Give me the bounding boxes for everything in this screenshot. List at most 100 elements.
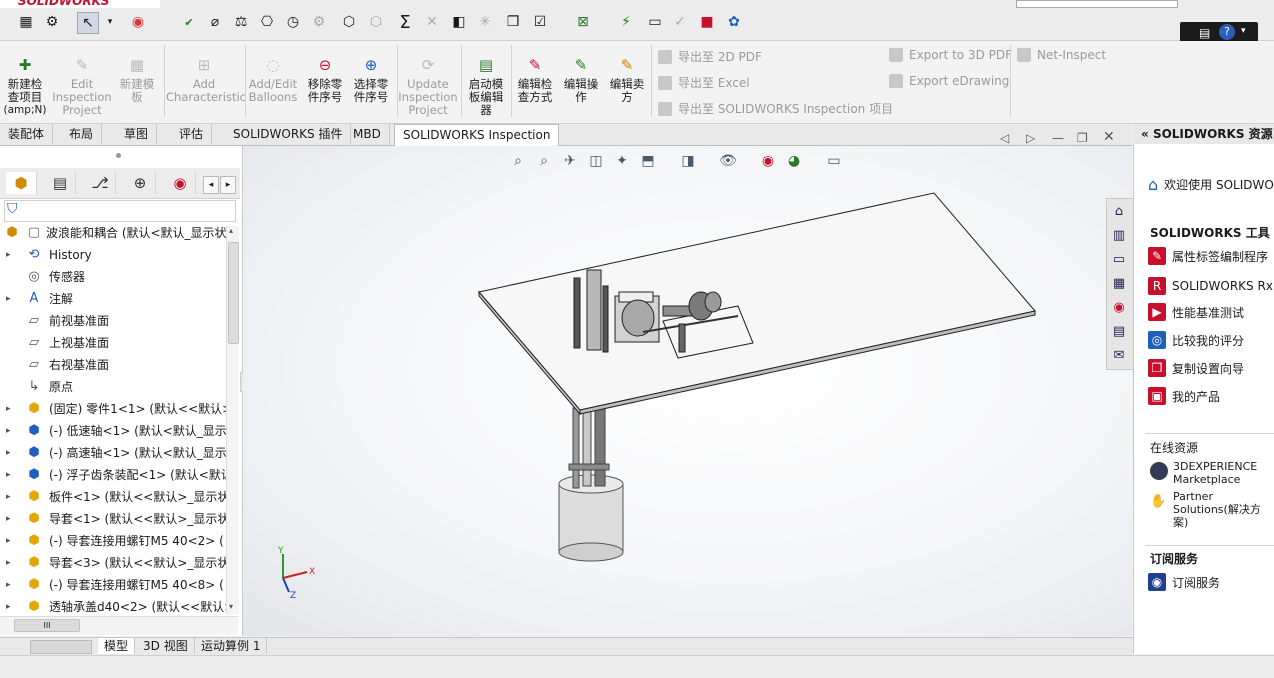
excel-icon[interactable]: ⊠: [573, 12, 593, 32]
sum-icon[interactable]: Σ: [395, 12, 415, 33]
check-sheet-icon[interactable]: ☑: [530, 12, 550, 32]
snap-icon[interactable]: ✳: [475, 12, 495, 32]
tab-assembly[interactable]: 装配体: [0, 124, 54, 144]
expand-arrow-icon[interactable]: ▸: [6, 288, 11, 310]
net-inspect-button[interactable]: Net-Inspect: [1017, 48, 1106, 62]
tree-item[interactable]: ▸ ⬢ (-) 低速轴<1> (默认<默认_显示: [0, 420, 226, 442]
tree-item[interactable]: ◎ 传感器: [0, 266, 226, 288]
panel-grip[interactable]: [116, 153, 121, 158]
design-library-icon[interactable]: ▥: [1110, 226, 1128, 244]
filter-icon[interactable]: ⛉: [7, 201, 18, 217]
select-balloon-button[interactable]: ⊕ 选择零 件序号: [348, 54, 394, 104]
edit-inspection-method-button[interactable]: ✎ 编辑检 查方式: [514, 54, 556, 104]
tree-item[interactable]: ▸ ⬢ 导套<3> (默认<<默认>_显示状: [0, 552, 226, 574]
expand-arrow-icon[interactable]: ▸: [6, 398, 11, 420]
custom-properties-icon[interactable]: ▤: [1110, 322, 1128, 340]
copy-icon[interactable]: ❐: [503, 12, 523, 32]
minimize-icon[interactable]: —: [1052, 131, 1064, 145]
display-manager-tab-icon[interactable]: ◉: [165, 172, 196, 194]
export-2d-pdf-button[interactable]: 导出至 2D PDF: [658, 48, 762, 65]
expand-arrow-icon[interactable]: ▸: [6, 552, 11, 574]
select-arrow-icon[interactable]: ↖: [77, 12, 99, 34]
edit-vendor-button[interactable]: ✎ 编辑卖 方: [606, 54, 648, 104]
forum-icon[interactable]: ✉: [1110, 346, 1128, 364]
tab-inspection[interactable]: SOLIDWORKS Inspection: [394, 124, 560, 146]
mass-properties-icon[interactable]: ⚖: [231, 12, 251, 32]
tree-item[interactable]: ▱ 上视基准面: [0, 332, 226, 354]
expand-arrow-icon[interactable]: ▸: [6, 574, 11, 596]
export-excel-button[interactable]: 导出至 Excel: [658, 74, 750, 91]
new-document-icon[interactable]: ▦: [16, 12, 36, 32]
expand-arrow-icon[interactable]: ▸: [6, 508, 11, 530]
scroll-thumb[interactable]: III: [14, 619, 80, 632]
tool-item[interactable]: R SOLIDWORKS Rx: [1148, 277, 1273, 295]
scroll-down-icon[interactable]: ▾: [229, 602, 233, 611]
next-window-icon[interactable]: ▷: [1026, 131, 1035, 145]
search-input[interactable]: [1016, 0, 1178, 8]
tree-item[interactable]: ▱ 右视基准面: [0, 354, 226, 376]
screen-icon[interactable]: ▭: [645, 12, 665, 32]
section-view-icon[interactable]: ⎔: [257, 12, 277, 32]
gear-icon[interactable]: ⚙: [309, 12, 329, 32]
tab-3d-view[interactable]: 3D 视图: [137, 638, 195, 654]
export-3d-pdf-button[interactable]: Export to 3D PDF: [889, 48, 1012, 62]
tab-sketch[interactable]: 草图: [116, 124, 158, 144]
configuration-manager-tab-icon[interactable]: ⎇: [85, 172, 116, 194]
tool-item[interactable]: ✎ 属性标签编制程序: [1148, 247, 1268, 265]
clock-icon[interactable]: ◷: [283, 12, 303, 32]
tree-item[interactable]: ▸ ⬢ (固定) 零件1<1> (默认<<默认>: [0, 398, 226, 420]
appearances-icon[interactable]: ◉: [1110, 298, 1128, 316]
property-manager-tab-icon[interactable]: ▤: [45, 172, 76, 194]
tab-evaluate[interactable]: 评估: [171, 124, 213, 144]
subscription-link[interactable]: ◉ 订阅服务: [1148, 573, 1220, 591]
tree-item[interactable]: ▸ ⬢ 板件<1> (默认<<默认>_显示状: [0, 486, 226, 508]
chevron-down-icon[interactable]: ▾: [1241, 26, 1246, 36]
close-icon[interactable]: ✕: [1103, 129, 1115, 145]
model-render[interactable]: [243, 146, 1132, 636]
spell-check-icon[interactable]: ✔: [179, 12, 199, 32]
tree-item[interactable]: ▸ ⬢ (-) 高速轴<1> (默认<默认_显示: [0, 442, 226, 464]
tree-item[interactable]: ▱ 前视基准面: [0, 310, 226, 332]
new-template-button[interactable]: ▦ 新建模 板: [114, 54, 160, 104]
chevron-down-icon[interactable]: ▾: [100, 12, 120, 32]
cube-icon[interactable]: ⬡: [339, 12, 359, 32]
collapse-icon[interactable]: «: [1141, 127, 1153, 141]
options-icon[interactable]: ⚙: [42, 12, 62, 32]
tree-item[interactable]: ↳ 原点: [0, 376, 226, 398]
appearance-icon[interactable]: ◉: [128, 12, 148, 32]
expand-arrow-icon[interactable]: ▸: [6, 244, 11, 266]
web-icon[interactable]: ✿: [724, 12, 744, 32]
expand-arrow-icon[interactable]: ▸: [6, 486, 11, 508]
tab-model[interactable]: 模型: [98, 638, 136, 654]
tab-scroll-arrows[interactable]: [30, 640, 92, 654]
scroll-up-icon[interactable]: ▴: [229, 226, 233, 235]
tree-item[interactable]: ▸ ⬢ (-) 浮子齿条装配<1> (默认<默认: [0, 464, 226, 486]
tree-item[interactable]: ▸ A 注解: [0, 288, 226, 310]
add-characteristic-button[interactable]: ⊞ Add Characteristic: [166, 54, 246, 104]
expand-arrow-icon[interactable]: ▸: [6, 596, 11, 618]
keyboard-icon[interactable]: ▤: [1199, 26, 1210, 40]
tree-item[interactable]: ▸ ⬢ (-) 导套连接用螺钉M5 40<8> (: [0, 574, 226, 596]
approve-icon[interactable]: ✓: [670, 12, 690, 32]
marketplace-link[interactable]: 3DEXPERIENCE Marketplace: [1173, 460, 1273, 486]
edit-operation-button[interactable]: ✎ 编辑操 作: [560, 54, 602, 104]
previous-window-icon[interactable]: ◁: [1000, 131, 1009, 145]
launch-template-editor-button[interactable]: ▤ 启动模 板编辑 器: [464, 54, 508, 117]
feature-manager-tab-icon[interactable]: ⬢: [6, 172, 37, 194]
tab-mbd[interactable]: MBD: [345, 124, 390, 144]
partner-solutions-link[interactable]: Partner Solutions(解决方案): [1173, 490, 1273, 529]
tree-item[interactable]: ▸ ⬢ (-) 导套连接用螺钉M5 40<2> (: [0, 530, 226, 552]
mirror-icon[interactable]: ◧: [449, 12, 469, 32]
tree-item[interactable]: ▸ ⬢ 透轴承盖d40<2> (默认<<默认>: [0, 596, 226, 618]
scroll-right-icon[interactable]: ▸: [220, 176, 236, 194]
ruler-icon[interactable]: ⚡: [616, 12, 636, 32]
tree-item[interactable]: ▸ ⟲ History: [0, 244, 226, 266]
home-icon[interactable]: ⌂: [1110, 202, 1128, 220]
file-explorer-icon[interactable]: ▭: [1110, 250, 1128, 268]
tool-item[interactable]: ◎ 比较我的评分: [1148, 331, 1244, 349]
tab-addins[interactable]: SOLIDWORKS 插件: [225, 124, 352, 144]
tab-motion-study[interactable]: 运动算例 1: [195, 638, 268, 654]
expand-arrow-icon[interactable]: ▸: [6, 442, 11, 464]
stop-icon[interactable]: ■: [697, 12, 717, 32]
expand-arrow-icon[interactable]: ▸: [6, 420, 11, 442]
